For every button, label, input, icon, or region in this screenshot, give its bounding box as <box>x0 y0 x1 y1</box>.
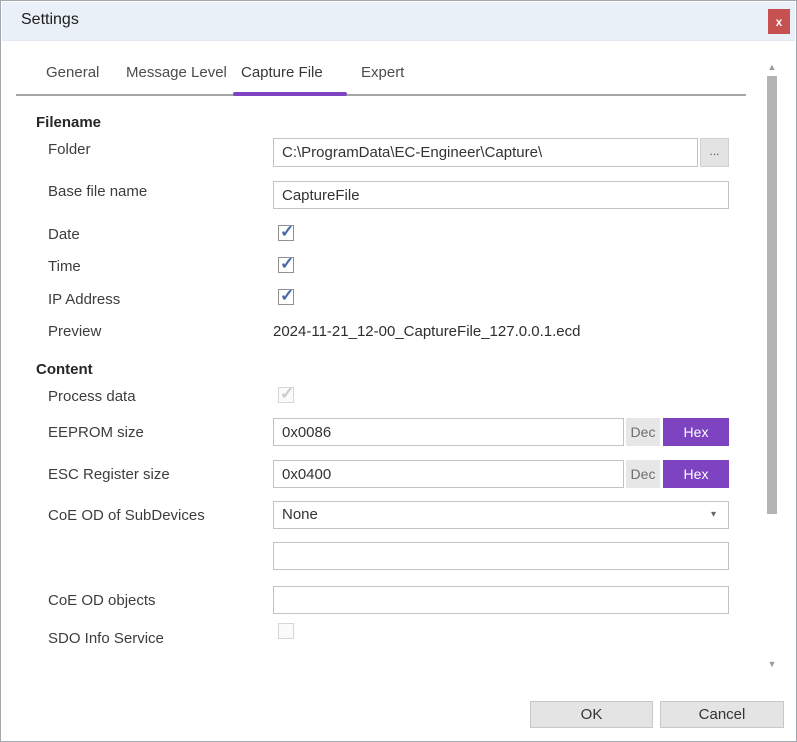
browse-button[interactable]: ... <box>700 138 729 167</box>
tab-message-level[interactable]: Message Level <box>126 64 227 81</box>
eeprom-size-label: EEPROM size <box>48 424 144 441</box>
process-data-checkbox <box>278 384 294 404</box>
process-data-label: Process data <box>48 388 136 405</box>
tab-general[interactable]: General <box>46 64 99 81</box>
eeprom-size-input[interactable] <box>273 418 624 446</box>
coe-od-subdevices-dropdown[interactable]: None ▾ <box>273 501 729 529</box>
coe-od-objects-input[interactable] <box>273 586 729 614</box>
close-button[interactable]: x <box>768 9 790 34</box>
eeprom-hex-button[interactable]: Hex <box>663 418 729 446</box>
close-icon: x <box>775 14 783 29</box>
cancel-button[interactable]: Cancel <box>660 701 784 728</box>
tab-expert[interactable]: Expert <box>361 64 404 81</box>
preview-label: Preview <box>48 323 102 340</box>
scroll-down-icon[interactable]: ▼ <box>766 659 778 669</box>
tab-capture-file[interactable]: Capture File <box>241 64 323 81</box>
date-checkbox[interactable] <box>278 222 294 242</box>
chevron-down-icon: ▾ <box>710 509 716 520</box>
esc-register-size-label: ESC Register size <box>48 466 170 483</box>
coe-od-extra-input[interactable] <box>273 542 729 570</box>
coe-od-objects-label: CoE OD objects <box>48 592 156 609</box>
settings-dialog: Settings x General Message Level Capture… <box>0 0 797 742</box>
dropdown-selected-value: None <box>282 506 318 523</box>
filename-section-header: Filename <box>36 114 102 131</box>
date-label: Date <box>48 226 80 243</box>
folder-label: Folder <box>48 141 91 158</box>
ok-button[interactable]: OK <box>530 701 653 728</box>
base-file-name-input[interactable] <box>273 181 729 209</box>
folder-input[interactable] <box>273 138 698 167</box>
sdo-info-service-label: SDO Info Service <box>48 630 164 647</box>
active-tab-indicator <box>233 92 347 96</box>
esc-register-size-input[interactable] <box>273 460 624 488</box>
time-label: Time <box>48 258 81 275</box>
sdo-info-service-checkbox <box>278 623 294 639</box>
ellipsis-icon: ... <box>709 144 720 158</box>
content-section-header: Content <box>36 361 93 378</box>
esc-hex-button[interactable]: Hex <box>663 460 729 488</box>
preview-value: 2024-11-21_12-00_CaptureFile_127.0.0.1.e… <box>273 323 581 340</box>
ip-address-checkbox[interactable] <box>278 286 294 306</box>
time-checkbox[interactable] <box>278 254 294 274</box>
eeprom-dec-button[interactable]: Dec <box>626 418 660 446</box>
window-title: Settings <box>21 11 79 28</box>
tab-underline <box>16 94 746 96</box>
base-file-name-label: Base file name <box>48 183 148 200</box>
scrollbar-thumb[interactable] <box>767 76 777 514</box>
scroll-up-icon[interactable]: ▲ <box>766 62 778 72</box>
title-bar[interactable]: Settings x <box>2 2 795 41</box>
ip-address-label: IP Address <box>48 291 121 308</box>
coe-od-subdevices-label: CoE OD of SubDevices <box>48 507 205 524</box>
esc-dec-button[interactable]: Dec <box>626 460 660 488</box>
